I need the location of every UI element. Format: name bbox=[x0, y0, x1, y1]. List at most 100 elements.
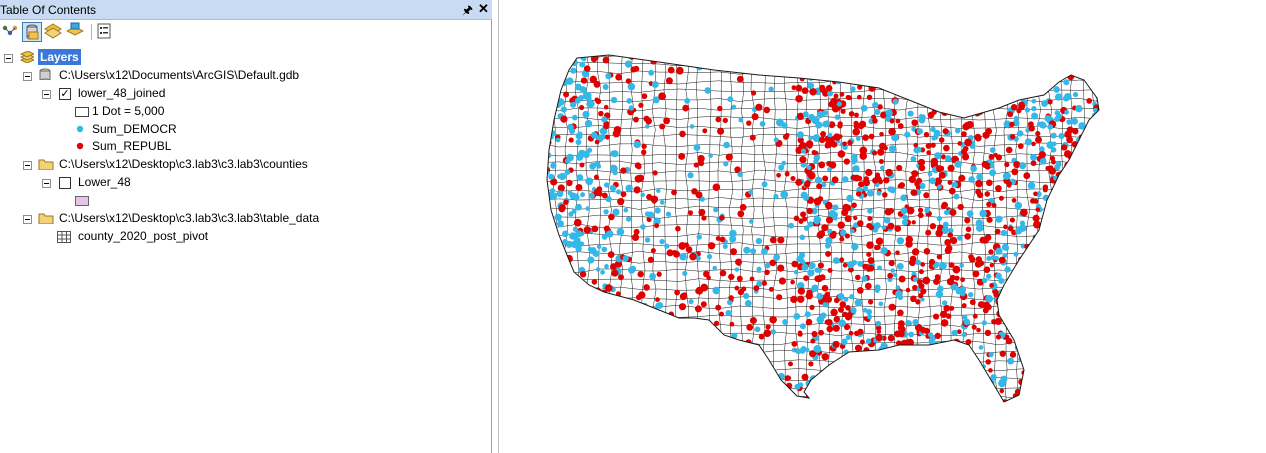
density-dot bbox=[902, 359, 909, 365]
density-dot bbox=[750, 248, 757, 255]
density-dot bbox=[918, 283, 925, 289]
density-dot bbox=[596, 244, 602, 249]
density-dot bbox=[776, 294, 783, 301]
density-dot bbox=[871, 381, 879, 389]
collapse-gdb-toggle[interactable] bbox=[23, 72, 32, 81]
density-dot bbox=[1098, 377, 1099, 384]
collapse-table-folder-toggle[interactable] bbox=[23, 215, 32, 224]
density-dot bbox=[552, 74, 558, 80]
density-dot bbox=[957, 348, 965, 356]
density-dot bbox=[1058, 133, 1065, 139]
us-dot-density-map[interactable] bbox=[499, 0, 1265, 453]
density-dot bbox=[739, 204, 747, 211]
toc-options-button[interactable] bbox=[95, 22, 115, 42]
density-dot bbox=[844, 384, 850, 390]
density-dot bbox=[910, 156, 917, 162]
density-dot bbox=[1106, 120, 1112, 126]
density-dot bbox=[714, 394, 720, 400]
density-dot bbox=[761, 280, 767, 286]
density-dot bbox=[572, 114, 578, 121]
density-dot bbox=[1032, 251, 1037, 256]
lower48-layer-node[interactable]: Lower_48 bbox=[0, 174, 480, 192]
layers-node[interactable]: Layers bbox=[0, 49, 480, 67]
density-dot bbox=[570, 303, 577, 309]
density-dot bbox=[950, 400, 956, 402]
density-dot bbox=[1073, 151, 1080, 158]
density-dot bbox=[967, 81, 974, 87]
density-dot bbox=[1060, 215, 1068, 223]
density-dot bbox=[968, 292, 974, 298]
density-dot bbox=[902, 59, 909, 66]
density-dot bbox=[1098, 116, 1099, 122]
density-dot bbox=[980, 390, 986, 396]
density-dot bbox=[763, 106, 770, 114]
density-dot bbox=[634, 343, 642, 351]
density-dot bbox=[685, 331, 693, 340]
list-by-drawing-order-button[interactable] bbox=[1, 22, 21, 42]
gdb-node[interactable]: C:\Users\x12\Documents\ArcGIS\Default.gd… bbox=[0, 67, 480, 85]
density-dot bbox=[568, 211, 574, 217]
density-dot bbox=[575, 132, 583, 140]
density-dot bbox=[630, 343, 636, 350]
density-dot bbox=[995, 86, 1002, 93]
density-dot bbox=[558, 204, 566, 212]
density-dot bbox=[867, 208, 873, 214]
density-dot bbox=[1056, 313, 1064, 321]
collapse-joined-layer-toggle[interactable] bbox=[42, 90, 51, 99]
layers-label[interactable]: Layers bbox=[38, 49, 81, 65]
density-dot bbox=[1015, 298, 1023, 306]
density-dot bbox=[1096, 169, 1099, 176]
density-dot bbox=[656, 188, 661, 193]
joined-layer-visibility-checkbox[interactable]: ✓ bbox=[59, 88, 71, 100]
collapse-layers-toggle[interactable] bbox=[4, 54, 13, 63]
table-folder-node[interactable]: C:\Users\x12\Desktop\c3.lab3\c3.lab3\tab… bbox=[0, 210, 480, 228]
density-dot bbox=[725, 310, 732, 317]
density-dot bbox=[547, 122, 550, 129]
counties-folder-node[interactable]: C:\Users\x12\Desktop\c3.lab3\c3.lab3\cou… bbox=[0, 156, 480, 174]
density-dot bbox=[793, 215, 800, 221]
collapse-lower48-toggle[interactable] bbox=[42, 179, 51, 188]
density-dot bbox=[788, 361, 793, 367]
density-dot bbox=[793, 269, 799, 275]
list-by-selection-button[interactable] bbox=[65, 22, 86, 42]
table-name-label[interactable]: county_2020_post_pivot bbox=[78, 229, 208, 243]
density-dot bbox=[664, 243, 670, 249]
density-dot bbox=[682, 270, 688, 276]
density-dot bbox=[547, 301, 548, 309]
lower48-layer-name[interactable]: Lower_48 bbox=[78, 175, 131, 189]
pin-icon[interactable]: 🖈 bbox=[462, 1, 473, 22]
joined-layer-node[interactable]: ✓ lower_48_joined bbox=[0, 85, 480, 103]
density-dot bbox=[1082, 208, 1088, 215]
lower48-fill-swatch[interactable] bbox=[75, 196, 89, 206]
density-dot bbox=[929, 177, 936, 185]
list-by-source-button[interactable] bbox=[22, 22, 42, 42]
density-dot bbox=[1011, 104, 1018, 111]
density-dot bbox=[856, 375, 862, 381]
density-dot bbox=[550, 262, 559, 271]
map-view[interactable] bbox=[498, 0, 1266, 453]
density-dot bbox=[797, 401, 804, 402]
density-dot bbox=[808, 115, 814, 121]
close-icon[interactable]: ✕ bbox=[478, 1, 489, 17]
density-dot bbox=[1063, 79, 1070, 86]
density-dot bbox=[871, 381, 879, 389]
density-dot bbox=[975, 395, 983, 402]
collapse-counties-toggle[interactable] bbox=[23, 161, 32, 170]
density-dot bbox=[579, 162, 585, 168]
density-dot bbox=[1033, 58, 1039, 64]
density-dot bbox=[1044, 292, 1050, 299]
density-dot bbox=[885, 360, 892, 367]
density-dot bbox=[1098, 354, 1099, 361]
lower48-visibility-checkbox[interactable] bbox=[59, 177, 71, 189]
density-dot bbox=[1075, 156, 1082, 164]
density-dot bbox=[857, 361, 863, 367]
joined-layer-name[interactable]: lower_48_joined bbox=[78, 86, 165, 100]
density-dot bbox=[1024, 107, 1030, 113]
density-dot bbox=[730, 248, 737, 256]
density-dot bbox=[1073, 226, 1080, 234]
table-node[interactable]: county_2020_post_pivot bbox=[0, 228, 480, 246]
density-dot bbox=[710, 329, 716, 335]
density-dot bbox=[625, 78, 632, 84]
density-dot bbox=[623, 395, 630, 401]
list-by-visibility-button[interactable] bbox=[44, 22, 64, 42]
